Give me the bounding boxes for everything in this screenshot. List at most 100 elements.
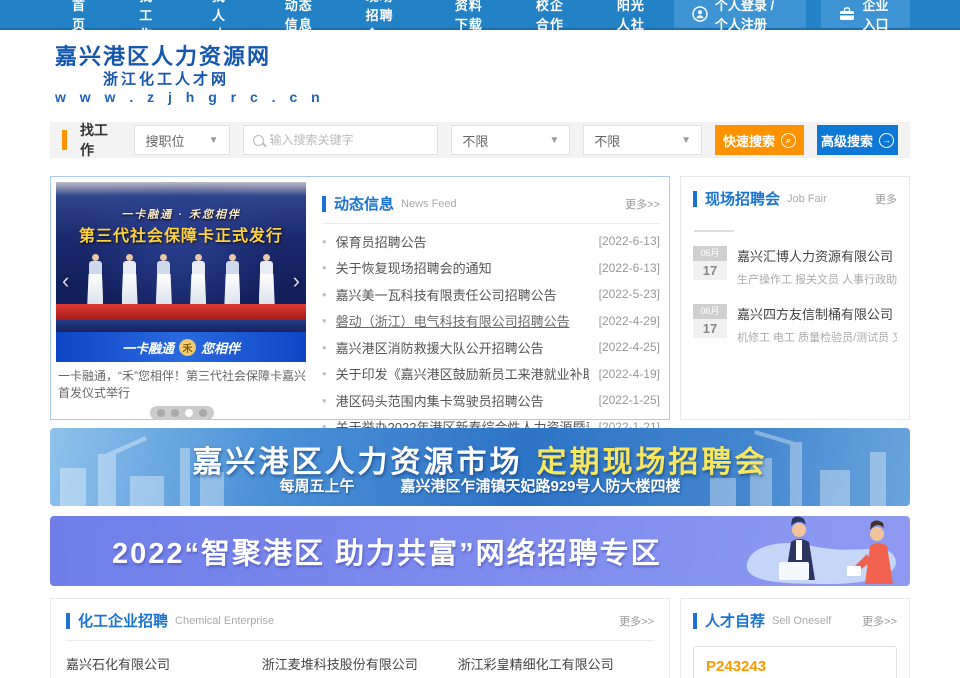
online-recruitment-banner[interactable]: 2022“智聚港区 助力共富”网络招聘专区 xyxy=(50,516,910,586)
nav-item-sunshine-hr[interactable]: 阳光人社 xyxy=(593,0,674,28)
filter-1-value: 不限 xyxy=(462,131,488,150)
carousel-dot-active[interactable] xyxy=(185,409,193,417)
news-subtitle: News Feed xyxy=(401,198,457,210)
slide-bottom-banner: 一卡融通 禾 您相伴 xyxy=(56,332,306,362)
news-item[interactable]: •嘉兴港区消防救援大队公开招聘公告[2022-4-25] xyxy=(322,334,660,361)
banner2-title: 2022“智聚港区 助力共富”网络招聘专区 xyxy=(112,530,662,572)
blue-accent-bar xyxy=(693,613,697,629)
job-fair-positions: 机修工 电工 质量检验员/测试员 叉车... xyxy=(737,329,897,345)
coin-icon: 禾 xyxy=(179,339,196,356)
job-fair-company: 嘉兴四方友信制桶有限公司 xyxy=(737,304,897,323)
job-fair-more-link[interactable]: 更多 xyxy=(875,191,897,207)
nav-item-school-cooperation[interactable]: 校企合作 xyxy=(512,0,593,28)
bullet-icon: • xyxy=(322,366,327,381)
company-item[interactable]: 嘉兴石化有限公司 工艺员 设备管理 门卫（残疾工） xyxy=(66,654,262,678)
quick-search-icon: ⌕ xyxy=(781,133,796,148)
talent-panel: 人才自荐 Sell Oneself 更多>> P243243 男 ｜ 嘉兴市-嘉… xyxy=(680,598,910,678)
job-fair-subtitle: Job Fair xyxy=(787,193,827,205)
date-badge: 06月 17 xyxy=(693,304,727,345)
carousel-dot[interactable] xyxy=(157,409,165,417)
keyword-search-input[interactable] xyxy=(270,133,429,147)
news-item[interactable]: •关于印发《嘉兴港区鼓励新员工来港就业补助操作...[2022-4-19] xyxy=(322,361,660,388)
news-item[interactable]: •嘉兴美一瓦科技有限责任公司招聘公告[2022-5-23] xyxy=(322,281,660,308)
job-fair-item[interactable]: 06月 17 嘉兴四方友信制桶有限公司 机修工 电工 质量检验员/测试员 叉车.… xyxy=(693,304,897,345)
news-title: 动态信息 xyxy=(334,193,394,214)
main-content-row: 一卡融通 · 禾您相伴 第三代社会保障卡正式发行 一卡融通 禾 您相伴 xyxy=(50,176,910,420)
nav-item-downloads[interactable]: 资料下载 xyxy=(431,0,512,28)
company-name: 浙江麦堆科技股份有限公司 xyxy=(262,654,458,673)
blue-accent-bar xyxy=(693,191,697,207)
bullet-icon: • xyxy=(322,393,327,408)
site-title: 嘉兴港区人力资源网 xyxy=(55,43,325,71)
bullet-icon: • xyxy=(322,340,327,355)
talent-more-link[interactable]: 更多>> xyxy=(862,613,897,629)
carousel-caption[interactable]: 一卡融通，“禾”您相伴！第三代社会保障卡嘉兴首发仪式举行 xyxy=(58,368,306,403)
site-header: 嘉兴港区人力资源网 浙江化工人才网 w w w . z j h g r c . … xyxy=(0,30,960,120)
bottom-row: 化工企业招聘 Chemical Enterprise 更多>> 嘉兴石化有限公司… xyxy=(50,598,910,678)
news-more-link[interactable]: 更多>> xyxy=(625,196,660,212)
company-list: 嘉兴石化有限公司 工艺员 设备管理 门卫（残疾工） 浙江麦堆科技股份有限公司 销… xyxy=(66,654,654,678)
nav-item-news[interactable]: 动态信息 xyxy=(261,0,342,28)
site-logo[interactable]: 嘉兴港区人力资源网 浙江化工人才网 w w w . z j h g r c . … xyxy=(55,43,325,107)
news-header: 动态信息 News Feed 更多>> xyxy=(322,182,660,224)
chevron-down-icon: ▼ xyxy=(549,135,559,146)
slide-small-text: 一卡融通 · 禾您相伴 xyxy=(56,206,306,222)
chemical-title: 化工企业招聘 xyxy=(78,610,168,631)
banner1-time: 每周五上午 xyxy=(279,478,354,495)
bullet-icon: • xyxy=(322,287,327,302)
carousel-prev-icon[interactable]: ‹ xyxy=(62,268,69,294)
news-item[interactable]: •磐动（浙江）电气科技有限公司招聘公告[2022-4-29] xyxy=(322,308,660,335)
slide-title: 第三代社会保障卡正式发行 xyxy=(56,222,306,246)
filter-dropdown-2[interactable]: 不限 ▼ xyxy=(583,125,702,155)
filter-2-value: 不限 xyxy=(594,131,620,150)
carousel-dot[interactable] xyxy=(199,409,207,417)
resume-card[interactable]: P243243 男 ｜ 嘉兴市-嘉兴港区 ｜ 八年以上 xyxy=(693,646,897,678)
carousel-slide[interactable]: 一卡融通 · 禾您相伴 第三代社会保障卡正式发行 一卡融通 禾 您相伴 xyxy=(56,182,306,362)
search-bar: 找工作 搜职位 ▼ 不限 ▼ 不限 ▼ 快速搜索 ⌕ 高级搜索 → xyxy=(50,122,910,158)
filter-dropdown-1[interactable]: 不限 ▼ xyxy=(451,125,570,155)
news-item[interactable]: •关于恢复现场招聘会的通知[2022-6-13] xyxy=(322,255,660,282)
briefcase-icon xyxy=(839,7,855,21)
top-navigation: 首 页 找工作 找人才 动态信息 现场招聘会 资料下载 校企合作 阳光人社 个人… xyxy=(0,0,960,30)
personal-login-button[interactable]: 个人登录 / 个人注册 xyxy=(674,0,807,28)
job-fair-item[interactable]: 06月 17 嘉兴汇博人力资源有限公司 生产操作工 报关文员 人事行政助理... xyxy=(693,246,897,287)
blue-accent-bar xyxy=(66,613,70,629)
nav-item-home[interactable]: 首 页 xyxy=(48,0,115,28)
carousel-dot[interactable] xyxy=(171,409,179,417)
job-fair-panel: 现场招聘会 Job Fair 更多 06月 17 嘉兴汇博人力资源有限公司 生产… xyxy=(680,176,910,420)
site-url: w w w . z j h g r c . c n xyxy=(55,89,325,107)
quick-search-button[interactable]: 快速搜索 ⌕ xyxy=(715,125,804,155)
slide-stage-edge xyxy=(56,320,306,332)
person-icon xyxy=(692,6,708,22)
company-item[interactable]: 浙江麦堆科技股份有限公司 销售专员 会计 土建主管 xyxy=(262,654,458,678)
news-panel: 一卡融通 · 禾您相伴 第三代社会保障卡正式发行 一卡融通 禾 您相伴 xyxy=(50,176,670,420)
arrow-right-icon: → xyxy=(879,133,894,148)
date-badge: 06月 17 xyxy=(693,246,727,287)
news-item[interactable]: •港区码头范围内集卡驾驶员招聘公告[2022-1-25] xyxy=(322,387,660,414)
job-fair-banner[interactable]: 嘉兴港区人力资源市场定期现场招聘会 每周五上午嘉兴港区乍浦镇天妃路929号人防大… xyxy=(50,428,910,506)
chevron-down-icon: ▼ xyxy=(209,135,219,146)
carousel-next-icon[interactable]: › xyxy=(293,268,300,294)
news-item[interactable]: •保育员招聘公告[2022-6-13] xyxy=(322,228,660,255)
enterprise-entry-button[interactable]: 企业入口 xyxy=(821,0,910,28)
job-fair-title: 现场招聘会 xyxy=(705,188,780,209)
nav-item-find-talent[interactable]: 找人才 xyxy=(188,0,261,28)
chemical-more-link[interactable]: 更多>> xyxy=(619,613,654,629)
search-category-value: 搜职位 xyxy=(145,131,184,150)
company-item[interactable]: 浙江彩皇精细化工有限公司 普工（制造科） 营业担当 xyxy=(458,654,654,678)
chemical-enterprise-panel: 化工企业招聘 Chemical Enterprise 更多>> 嘉兴石化有限公司… xyxy=(50,598,670,678)
blue-accent-bar xyxy=(322,196,326,212)
nav-item-find-job[interactable]: 找工作 xyxy=(115,0,188,28)
job-fair-company: 嘉兴汇博人力资源有限公司 xyxy=(737,246,897,265)
nav-item-job-fair[interactable]: 现场招聘会 xyxy=(342,0,431,28)
banner1-address: 嘉兴港区乍浦镇天妃路929号人防大楼四楼 xyxy=(400,478,680,495)
company-name: 浙江彩皇精细化工有限公司 xyxy=(458,654,654,673)
nav-links: 首 页 找工作 找人才 动态信息 现场招聘会 资料下载 校企合作 阳光人社 xyxy=(48,0,674,28)
enterprise-entry-label: 企业入口 xyxy=(862,0,892,33)
talent-title: 人才自荐 xyxy=(705,610,765,631)
search-category-dropdown[interactable]: 搜职位 ▼ xyxy=(134,125,229,155)
bullet-icon: • xyxy=(322,313,327,328)
bullet-icon: • xyxy=(322,234,327,249)
slide-stage-floor xyxy=(56,304,306,320)
advanced-search-button[interactable]: 高级搜索 → xyxy=(817,125,898,155)
